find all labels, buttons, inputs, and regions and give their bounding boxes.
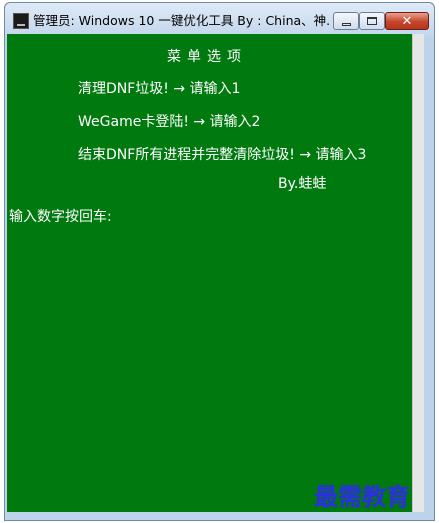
- vertical-scrollbar[interactable]: [412, 34, 424, 512]
- window-title: 管理员: Windows 10 一键优化工具 By : China、神...: [33, 13, 329, 28]
- close-icon: ✕: [401, 13, 413, 29]
- console-app-icon[interactable]: [13, 13, 29, 29]
- title-bar[interactable]: 管理员: Windows 10 一键优化工具 By : China、神... ✕: [5, 3, 434, 37]
- minimize-button[interactable]: [333, 12, 359, 30]
- maximize-button[interactable]: [359, 12, 385, 30]
- author-byline: By.蛙蛙: [278, 176, 327, 192]
- minimize-icon: [341, 22, 351, 26]
- close-button[interactable]: ✕: [385, 12, 429, 30]
- watermark-logo: 最需教育: [314, 482, 410, 511]
- console-output[interactable]: 菜单选项 清理DNF垃圾! → 请输入1 WeGame卡登陆! → 请输入2 结…: [7, 34, 412, 512]
- input-prompt: 输入数字按回车:: [9, 209, 112, 225]
- menu-title: 菜单选项: [167, 49, 247, 65]
- menu-option-1: 清理DNF垃圾! → 请输入1: [78, 81, 241, 97]
- menu-option-3: 结束DNF所有进程并完整清除垃圾! → 请输入3: [78, 147, 367, 163]
- maximize-icon: [367, 17, 377, 25]
- menu-option-2: WeGame卡登陆! → 请输入2: [78, 114, 261, 130]
